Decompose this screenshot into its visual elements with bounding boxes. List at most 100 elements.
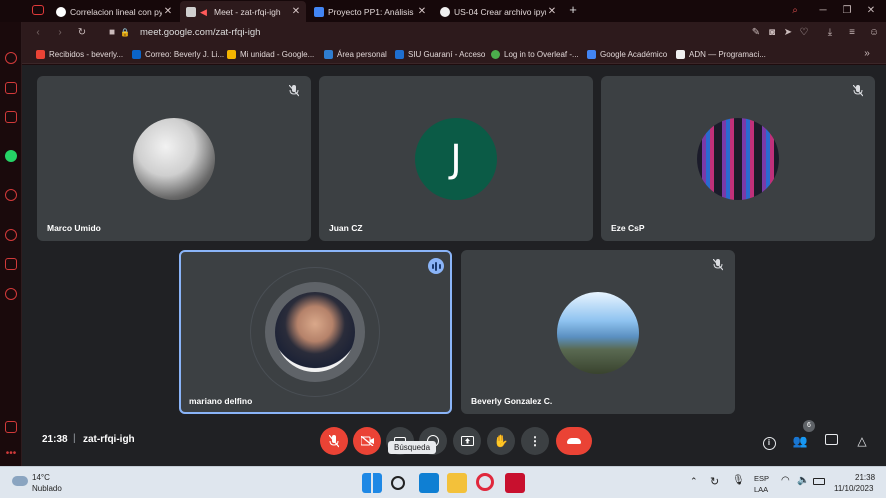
history-icon[interactable] — [5, 229, 17, 241]
snapshot-icon[interactable]: ◙ — [766, 26, 778, 40]
lock-icon[interactable]: 🔒 — [120, 26, 130, 40]
siu-icon — [395, 49, 404, 59]
back-icon[interactable]: ‹ — [32, 26, 44, 40]
meet-stage: Marco Umido J Juan CZ Eze CsP mariano de… — [22, 65, 886, 466]
bookmark-outlook[interactable]: Correo: Beverly J. Li... — [132, 48, 224, 60]
more-vert-icon: ⋮ — [529, 434, 541, 448]
acrobat-icon[interactable] — [505, 473, 525, 493]
bookmark-label: Área personal — [337, 49, 387, 59]
search-icon[interactable] — [391, 476, 405, 490]
bookmark-gmail[interactable]: Recibidos - beverly... — [36, 48, 123, 60]
speed-dial-icon[interactable] — [5, 52, 17, 64]
wifi-icon[interactable]: ◠ — [781, 475, 790, 486]
reload-icon[interactable]: ↻ — [76, 26, 88, 40]
settings-gear-icon[interactable] — [5, 288, 17, 300]
clock-time[interactable]: 21:38 — [855, 473, 875, 482]
camera-toggle-button[interactable] — [353, 427, 381, 455]
tab-proyecto[interactable]: Proyecto PP1: Análisis de D ✕ — [308, 1, 432, 22]
minimize-icon[interactable]: ─ — [816, 4, 830, 18]
close-icon[interactable]: ✕ — [162, 6, 174, 17]
language-bottom[interactable]: LAA — [754, 485, 768, 494]
bookmark-label: Google Académico — [600, 49, 668, 59]
close-icon[interactable]: ✕ — [290, 6, 302, 17]
forward-icon[interactable]: › — [54, 26, 66, 40]
participant-tile-eze[interactable]: Eze CsP — [601, 76, 875, 241]
bookmark-siu[interactable]: SIU Guaraní - Acceso — [395, 48, 485, 60]
bookmark-label: Mi unidad - Google... — [240, 49, 315, 59]
meeting-code: zat-rfqi-igh — [83, 434, 135, 445]
present-screen-button[interactable] — [453, 427, 481, 455]
clock-date[interactable]: 11/10/2023 — [834, 484, 873, 493]
send-icon[interactable]: ➤ — [782, 26, 794, 40]
opera-browser-icon[interactable] — [476, 473, 494, 491]
weather-cloud-icon[interactable] — [12, 476, 28, 486]
tab-correlacion[interactable]: Correlacion lineal con pyth ✕ — [50, 1, 178, 22]
mic-tray-icon[interactable]: 🎙 — [732, 475, 745, 486]
windows-start-icon[interactable] — [362, 473, 382, 493]
language-top[interactable]: ESP — [754, 474, 769, 483]
participant-tile-mariano[interactable]: mariano delfino — [179, 250, 452, 414]
sync-icon[interactable]: ↻ — [710, 475, 719, 488]
camera-indicator-icon[interactable]: ■ — [106, 26, 118, 40]
tab-strip: Correlacion lineal con pyth ✕ ◀ Meet - z… — [0, 0, 886, 22]
url-field[interactable]: meet.google.com/zat-rfqi-igh — [140, 25, 760, 41]
tab-title: Meet - zat-rfqi-igh — [214, 6, 281, 17]
moodle-icon — [324, 49, 333, 59]
weather-temp[interactable]: 14°C — [32, 473, 50, 482]
edit-icon[interactable]: ✎ — [750, 26, 762, 40]
participant-tile-beverly[interactable]: Beverly Gonzalez C. — [461, 250, 735, 414]
shopping-icon[interactable] — [5, 82, 17, 94]
heart-icon[interactable]: ♡ — [798, 26, 810, 40]
chat-button[interactable] — [822, 432, 840, 450]
whatsapp-icon[interactable] — [5, 150, 17, 162]
menu-icon[interactable]: ≡ — [846, 26, 858, 40]
outlook-icon — [132, 49, 141, 59]
bookmarks-overflow-icon[interactable]: » — [860, 47, 874, 61]
raise-hand-button[interactable]: ✋ — [487, 427, 515, 455]
bookmark-scholar[interactable]: Google Académico — [587, 48, 667, 60]
leave-call-button[interactable] — [556, 427, 592, 455]
people-icon: 👥 — [792, 434, 808, 448]
restore-icon[interactable]: ❐ — [840, 4, 854, 18]
cube-icon[interactable] — [5, 258, 17, 270]
bookmark-overleaf[interactable]: Log in to Overleaf -... — [491, 48, 579, 60]
download-icon[interactable]: ⤓ — [824, 26, 836, 40]
more-dots-icon[interactable]: ••• — [5, 448, 17, 459]
extensions-icon[interactable] — [5, 421, 17, 433]
address-bar-row: ‹ › ↻ ■ 🔒 meet.google.com/zat-rfqi-igh ✎… — [22, 22, 886, 44]
tab-github[interactable]: US-04 Crear archivo ipynb ✕ — [434, 1, 562, 22]
player-icon[interactable] — [5, 189, 17, 201]
bookmark-area-personal[interactable]: Área personal — [324, 48, 387, 60]
vscode-icon[interactable] — [419, 473, 439, 493]
weather-desc[interactable]: Nublado — [32, 484, 62, 493]
bookmark-drive[interactable]: Mi unidad - Google... — [227, 48, 314, 60]
bookmark-adn[interactable]: ADN — Programaci... — [676, 48, 766, 60]
participant-tile-marco[interactable]: Marco Umido — [37, 76, 311, 241]
tab-search-icon[interactable] — [32, 5, 44, 15]
tray-chevron-icon[interactable]: ⌃ — [690, 476, 698, 487]
audio-playing-icon[interactable]: ◀ — [200, 7, 210, 17]
tab-meet[interactable]: ◀ Meet - zat-rfqi-igh ✕ — [180, 1, 306, 22]
docs-favicon-icon — [314, 6, 324, 17]
participant-tile-juan[interactable]: J Juan CZ — [319, 76, 593, 241]
close-window-icon[interactable]: ✕ — [864, 4, 878, 18]
more-options-button[interactable]: ⋮ — [521, 427, 549, 455]
overleaf-icon — [491, 49, 500, 59]
battery-icon[interactable] — [813, 478, 825, 485]
browser-sidebar: ••• — [0, 0, 22, 466]
close-icon[interactable]: ✕ — [416, 6, 428, 17]
people-button[interactable]: 👥 — [791, 432, 809, 450]
windows-taskbar: 14°C Nublado ⌃ ↻ 🎙 ESP LAA ◠ 🔈 21:38 11/… — [0, 466, 886, 498]
close-icon[interactable]: ✕ — [546, 6, 558, 17]
activities-button[interactable]: △ — [853, 432, 871, 450]
file-explorer-icon[interactable] — [447, 473, 467, 493]
instagram-icon[interactable] — [5, 111, 17, 123]
search-tabs-icon[interactable]: ⌕ — [788, 4, 802, 18]
mic-toggle-button[interactable] — [320, 427, 348, 455]
bookmark-label: Correo: Beverly J. Li... — [145, 49, 225, 59]
profile-icon[interactable]: ☺ — [868, 26, 880, 40]
volume-icon[interactable]: 🔈 — [797, 475, 809, 486]
meeting-info-button[interactable]: i — [760, 432, 778, 450]
new-tab-button[interactable]: + — [566, 2, 580, 17]
github-favicon-icon — [440, 6, 450, 17]
